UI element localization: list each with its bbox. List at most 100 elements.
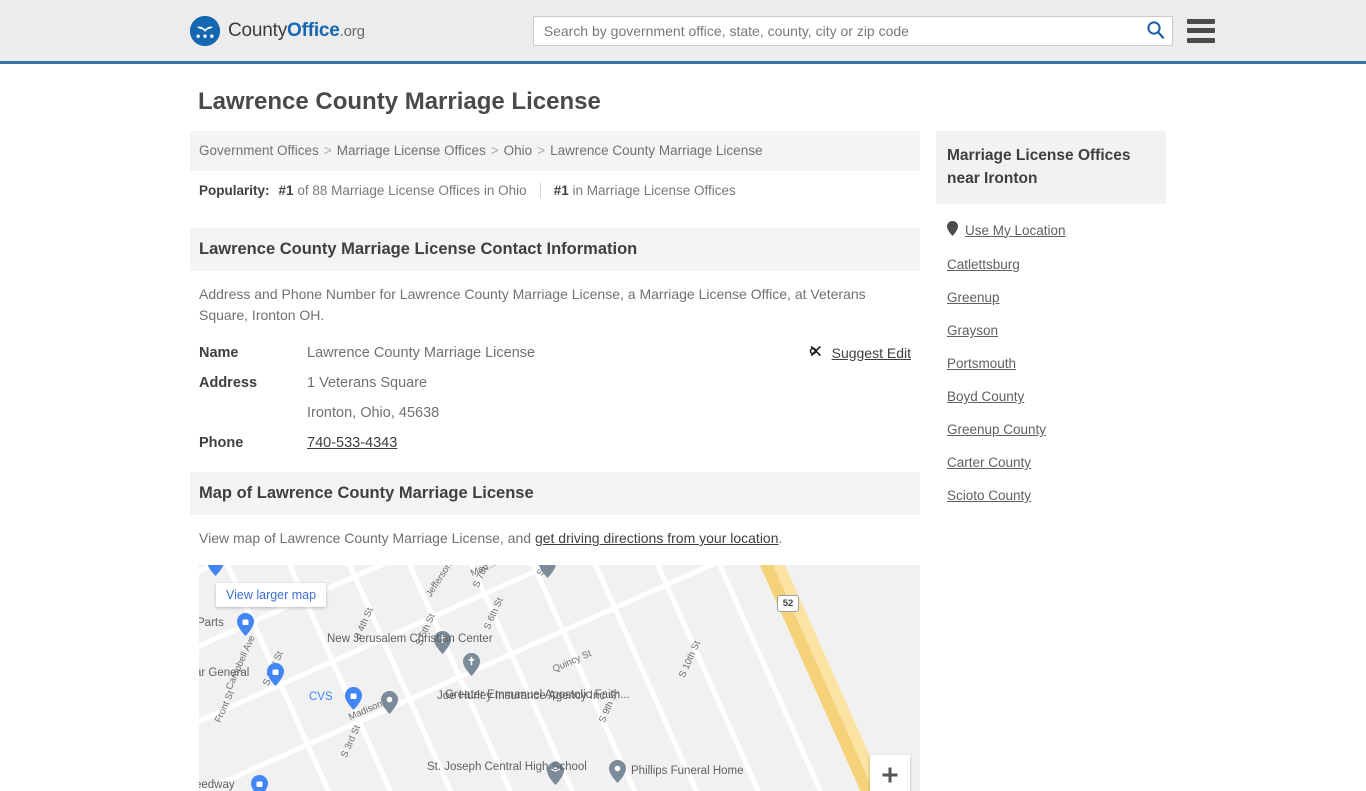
sidebar: Marriage License Offices near Ironton Us… bbox=[936, 131, 1166, 791]
logo-wordmark: CountyOffice.org bbox=[228, 20, 365, 42]
logo-text-org: .org bbox=[339, 22, 365, 40]
detail-row-phone: Phone 740-533-4343 bbox=[199, 432, 911, 454]
detail-value-name: Lawrence County Marriage License bbox=[307, 345, 536, 361]
map-description: View map of Lawrence County Marriage Lic… bbox=[190, 515, 890, 549]
driving-directions-link[interactable]: get driving directions from your locatio… bbox=[535, 530, 779, 546]
popularity-rank-state: #1 of 88 Marriage License Offices in Ohi… bbox=[279, 183, 527, 198]
popularity-rank-category: #1 in Marriage License Offices bbox=[554, 183, 736, 198]
sidebar-item-use-my-location[interactable]: Use My Location bbox=[947, 212, 1166, 248]
highway-shield-label: 52 bbox=[782, 598, 794, 609]
search-bar bbox=[532, 15, 1173, 46]
logo-text-office: Office bbox=[287, 19, 340, 41]
detail-label: Address bbox=[199, 375, 258, 391]
search-icon bbox=[1146, 20, 1165, 42]
breadcrumb-separator: > bbox=[537, 143, 546, 158]
hamburger-menu-icon[interactable] bbox=[1186, 18, 1215, 43]
popularity-rank-state-number: #1 bbox=[278, 183, 294, 198]
popularity-row: Popularity: #1 of 88 Marriage License Of… bbox=[190, 171, 920, 210]
map-poi-label: Parts bbox=[199, 617, 224, 629]
map-section-heading: Map of Lawrence County Marriage License bbox=[190, 472, 920, 515]
sidebar-link[interactable]: Grayson bbox=[947, 323, 998, 338]
sidebar-link[interactable]: Greenup bbox=[947, 290, 1000, 305]
map-embed[interactable]: 52 Jefferson St S 7th St S 6th St S 5th … bbox=[199, 565, 920, 791]
plus-icon bbox=[882, 767, 898, 783]
map-pin-shopping[interactable] bbox=[237, 613, 254, 636]
map-pin-marker[interactable] bbox=[207, 565, 224, 576]
map-pin-cvs[interactable] bbox=[345, 687, 362, 710]
sidebar-link-use-my-location[interactable]: Use My Location bbox=[965, 223, 1066, 238]
contact-description: Address and Phone Number for Lawrence Co… bbox=[199, 286, 866, 323]
detail-value-address-city: Ironton, Ohio, 45638 bbox=[307, 405, 440, 421]
popularity-rank-category-text: in Marriage License Offices bbox=[572, 183, 736, 198]
site-header: CountyOffice.org bbox=[0, 0, 1366, 64]
map-pin-business[interactable] bbox=[381, 691, 398, 714]
phone-link[interactable]: 740-533-4343 bbox=[307, 435, 397, 451]
suggest-edit-button[interactable]: Suggest Edit bbox=[809, 342, 911, 363]
detail-row-name: Name Lawrence County Marriage License bbox=[199, 342, 911, 364]
popularity-label: Popularity: bbox=[199, 183, 270, 198]
sidebar-link[interactable]: Greenup County bbox=[947, 422, 1046, 437]
sidebar-link[interactable]: Boyd County bbox=[947, 389, 1024, 404]
detail-label: Phone bbox=[199, 435, 244, 451]
map-zoom-in-button[interactable] bbox=[870, 755, 910, 791]
hamburger-bar bbox=[1186, 28, 1215, 33]
page-title: Lawrence County Marriage License bbox=[198, 88, 601, 115]
logo-text-county: County bbox=[228, 19, 288, 41]
detail-label: Name bbox=[199, 345, 239, 361]
main-column: Government Offices > Marriage License Offi… bbox=[190, 131, 920, 791]
view-larger-map-button[interactable]: View larger map bbox=[216, 583, 327, 607]
breadcrumb-item-current: Lawrence County Marriage License bbox=[550, 143, 763, 158]
map-pin-icon bbox=[947, 221, 958, 239]
sidebar-heading: Marriage License Offices near Ironton bbox=[936, 131, 1166, 204]
edit-pencil-icon bbox=[809, 342, 825, 363]
breadcrumb-item-government-offices[interactable]: Government Offices bbox=[199, 143, 319, 158]
hamburger-bar bbox=[1186, 37, 1215, 43]
sidebar-link[interactable]: Catlettsburg bbox=[947, 257, 1020, 272]
map-poi-label-cvs: CVS bbox=[309, 691, 333, 703]
detail-row-address-city: Ironton, Ohio, 45638 bbox=[199, 402, 911, 424]
popularity-rank-category-number: #1 bbox=[553, 183, 569, 198]
page-container: Lawrence County Marriage License Governm… bbox=[0, 88, 1366, 791]
popularity-rank-state-text: of 88 Marriage License Offices in Ohio bbox=[297, 183, 527, 198]
hamburger-bar bbox=[1186, 18, 1215, 24]
detail-row-address: Address 1 Veterans Square bbox=[199, 372, 911, 394]
highway-shield-52: 52 bbox=[777, 595, 799, 612]
sidebar-link[interactable]: Portsmouth bbox=[947, 356, 1016, 371]
search-input[interactable] bbox=[532, 15, 1173, 46]
sidebar-links: Use My Location Catlettsburg Greenup Gra… bbox=[936, 204, 1166, 512]
sidebar-item-greenup-county[interactable]: Greenup County bbox=[947, 413, 1166, 446]
map-pin-gas[interactable] bbox=[251, 775, 268, 791]
sidebar-item-grayson[interactable]: Grayson bbox=[947, 314, 1166, 347]
sidebar-link[interactable]: Carter County bbox=[947, 455, 1031, 470]
map-pin-funeral-home[interactable] bbox=[609, 760, 626, 783]
sidebar-item-catlettsburg[interactable]: Catlettsburg bbox=[947, 248, 1166, 281]
map-pin-church[interactable] bbox=[463, 653, 480, 676]
site-logo[interactable]: CountyOffice.org bbox=[190, 15, 365, 46]
sidebar-item-boyd-county[interactable]: Boyd County bbox=[947, 380, 1166, 413]
map-description-period: . bbox=[778, 530, 783, 546]
map-poi-label: eedway bbox=[199, 779, 235, 791]
map-poi-label: Joe Hurley Insurance Agency Inc bbox=[437, 690, 606, 702]
contact-section-heading: Lawrence County Marriage License Contact… bbox=[190, 228, 920, 271]
search-button[interactable] bbox=[1143, 19, 1169, 43]
suggest-edit-label: Suggest Edit bbox=[831, 344, 911, 361]
detail-value-address-street: 1 Veterans Square bbox=[307, 375, 428, 391]
contact-details-table: Suggest Edit Name Lawrence County Marria… bbox=[190, 342, 920, 454]
map-poi-label: Phillips Funeral Home bbox=[631, 765, 744, 777]
sidebar-item-carter-county[interactable]: Carter County bbox=[947, 446, 1166, 479]
map-pin-marker[interactable] bbox=[539, 565, 556, 578]
sidebar-link[interactable]: Scioto County bbox=[947, 488, 1031, 503]
eagle-logo-icon bbox=[190, 15, 220, 46]
map-description-text: View map of Lawrence County Marriage Lic… bbox=[199, 530, 535, 546]
breadcrumb-item-ohio[interactable]: Ohio bbox=[504, 143, 533, 158]
map-pin-shopping[interactable] bbox=[267, 663, 284, 686]
breadcrumb: Government Offices > Marriage License Offi… bbox=[190, 131, 920, 171]
sidebar-item-portsmouth[interactable]: Portsmouth bbox=[947, 347, 1166, 380]
breadcrumb-separator: > bbox=[323, 143, 332, 158]
breadcrumb-item-marriage-license-offices[interactable]: Marriage License Offices bbox=[337, 143, 486, 158]
breadcrumb-separator: > bbox=[490, 143, 499, 158]
map-poi-label: New Jerusalem Christian Center bbox=[327, 633, 493, 645]
sidebar-item-scioto-county[interactable]: Scioto County bbox=[947, 479, 1166, 512]
sidebar-item-greenup[interactable]: Greenup bbox=[947, 281, 1166, 314]
popularity-divider bbox=[539, 183, 541, 198]
